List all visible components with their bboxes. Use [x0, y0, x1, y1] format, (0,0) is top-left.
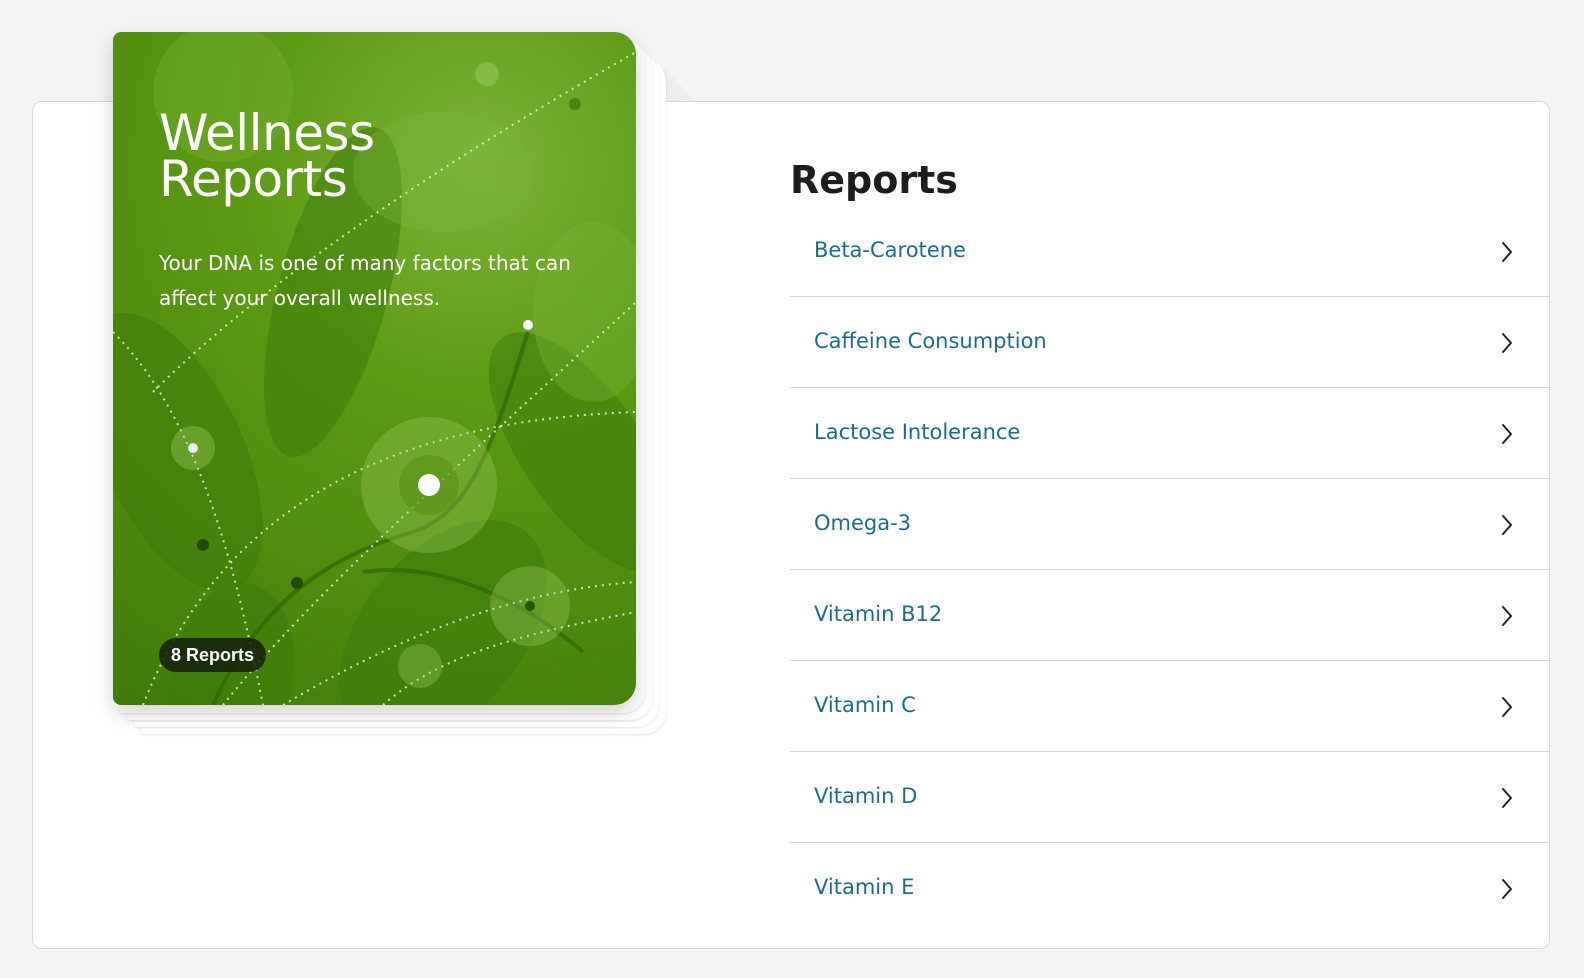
report-item-vitamin-e[interactable]: Vitamin E [790, 843, 1550, 934]
report-list: Beta-Carotene Caffeine Consumption Lacto… [790, 206, 1550, 934]
report-item-omega-3[interactable]: Omega-3 [790, 479, 1550, 570]
report-item-label: Beta-Carotene [814, 238, 966, 262]
chevron-right-icon [1502, 424, 1512, 444]
wellness-reports-card[interactable]: Wellness Reports Your DNA is one of many… [113, 32, 636, 705]
chevron-right-icon [1502, 879, 1512, 899]
report-item-label: Vitamin C [814, 693, 916, 717]
chevron-right-icon [1502, 515, 1512, 535]
report-item-label: Vitamin B12 [814, 602, 943, 626]
chevron-right-icon [1502, 606, 1512, 626]
chevron-right-icon [1502, 242, 1512, 262]
report-item-vitamin-c[interactable]: Vitamin C [790, 661, 1550, 752]
report-item-label: Lactose Intolerance [814, 420, 1021, 444]
report-item-lactose-intolerance[interactable]: Lactose Intolerance [790, 388, 1550, 479]
chevron-right-icon [1502, 788, 1512, 808]
report-item-label: Omega-3 [814, 511, 912, 535]
report-count-badge: 8 Reports [159, 638, 267, 672]
report-item-vitamin-d[interactable]: Vitamin D [790, 752, 1550, 843]
report-item-caffeine-consumption[interactable]: Caffeine Consumption [790, 297, 1550, 388]
card-description: Your DNA is one of many factors that can… [159, 251, 571, 310]
chevron-right-icon [1502, 333, 1512, 353]
reports-heading: Reports [790, 158, 958, 202]
chevron-right-icon [1502, 697, 1512, 717]
report-item-label: Vitamin E [814, 875, 915, 899]
report-item-label: Caffeine Consumption [814, 329, 1047, 353]
report-item-vitamin-b12[interactable]: Vitamin B12 [790, 570, 1550, 661]
report-item-label: Vitamin D [814, 784, 918, 808]
report-item-beta-carotene[interactable]: Beta-Carotene [790, 206, 1550, 297]
card-title: Wellness Reports [159, 104, 375, 208]
